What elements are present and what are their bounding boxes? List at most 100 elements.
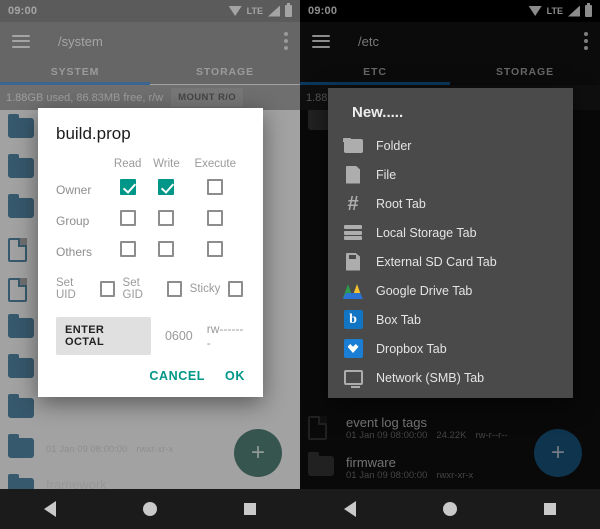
checkbox-owner-read[interactable] <box>119 179 136 195</box>
add-fab-button[interactable]: + <box>534 429 582 477</box>
recents-button-icon[interactable] <box>544 503 557 515</box>
menu-item-local-storage-tab[interactable]: Local Storage Tab <box>328 218 573 247</box>
folder-icon <box>8 118 36 142</box>
checkbox-group-execute[interactable] <box>207 210 224 226</box>
folder-icon <box>8 318 36 342</box>
popup-title: New..... <box>352 104 404 121</box>
row-label-others: Others <box>56 244 93 259</box>
menu-item-file[interactable]: File <box>328 160 573 189</box>
menu-item-folder[interactable]: Folder <box>328 131 573 160</box>
add-fab-button[interactable]: + <box>234 429 282 477</box>
menu-item-network-smb-tab[interactable]: Network (SMB) Tab <box>328 363 573 392</box>
checkbox-owner-write[interactable] <box>158 179 175 195</box>
wifi-icon <box>228 6 242 16</box>
menu-item-label: Dropbox Tab <box>376 341 447 356</box>
file-icon <box>8 278 36 302</box>
left-phone-screen: 01 Jan 09 08:00:00 rwxr-xr-x framework 0… <box>0 0 300 529</box>
google-drive-icon <box>342 280 364 302</box>
menu-item-label: Folder <box>376 138 412 153</box>
menu-item-label: Root Tab <box>376 196 426 211</box>
octal-row: ENTER OCTAL 0600 rw------- <box>56 317 245 355</box>
storage-usage-text: 1.88GB used, 86.83MB free, r/w <box>6 91 164 104</box>
hamburger-menu-icon[interactable] <box>312 34 330 48</box>
file-icon <box>308 416 336 440</box>
ok-button[interactable]: OK <box>225 369 245 383</box>
menu-item-root-tab[interactable]: # Root Tab <box>328 189 573 218</box>
checkbox-owner-execute[interactable] <box>207 179 224 195</box>
breadcrumb-path: /system <box>58 33 103 49</box>
box-icon: b <box>342 309 364 331</box>
cancel-button[interactable]: CANCEL <box>149 369 205 383</box>
status-icons: LTE <box>528 3 592 17</box>
menu-item-google-drive-tab[interactable]: Google Drive Tab <box>328 276 573 305</box>
file-date: 01 Jan 09 08:00:00 <box>346 429 428 441</box>
hash-icon: # <box>347 192 359 215</box>
storage-list-icon <box>342 222 364 244</box>
checkbox-set-gid[interactable] <box>166 281 182 297</box>
file-date: 01 Jan 09 08:00:00 <box>346 469 428 481</box>
back-button-icon[interactable] <box>343 501 356 517</box>
dialog-title: build.prop <box>56 124 131 143</box>
storage-info-bar: 1.88GB used, 86.83MB free, r/w MOUNT R/O <box>0 85 300 110</box>
special-bits-row: Set UID Set GID Sticky <box>56 277 245 301</box>
system-nav-bar <box>0 489 300 529</box>
tab-system[interactable]: SYSTEM <box>0 60 150 84</box>
checkbox-sticky[interactable] <box>228 281 244 297</box>
checkbox-group-write[interactable] <box>158 210 175 226</box>
folder-icon <box>8 398 36 422</box>
status-time: 09:00 <box>8 5 38 17</box>
hamburger-menu-icon[interactable] <box>12 34 30 48</box>
menu-item-external-sd-tab[interactable]: External SD Card Tab <box>328 247 573 276</box>
tab-etc[interactable]: ETC <box>300 60 450 84</box>
enter-octal-button[interactable]: ENTER OCTAL <box>56 317 151 355</box>
checkbox-others-execute[interactable] <box>207 241 224 257</box>
checkbox-others-write[interactable] <box>158 241 175 257</box>
permission-header-row: Read Write Execute <box>56 158 245 174</box>
mount-toggle-button[interactable]: MOUNT R/O <box>171 88 244 107</box>
file-meta: 01 Jan 09 08:00:00 rwxr-xr-x <box>346 470 473 482</box>
folder-icon <box>8 358 36 382</box>
status-bar: 09:00 LTE <box>0 0 300 22</box>
overflow-menu-icon[interactable] <box>284 32 288 50</box>
file-perm: rwxr-xr-x <box>136 444 174 455</box>
menu-item-box-tab[interactable]: b Box Tab <box>328 305 573 334</box>
file-icon <box>8 238 36 262</box>
menu-item-dropbox-tab[interactable]: Dropbox Tab <box>328 334 573 363</box>
dialog-actions: CANCEL OK <box>56 369 245 389</box>
recents-button-icon[interactable] <box>244 503 257 515</box>
menu-item-label: Local Storage Tab <box>376 225 477 240</box>
folder-icon <box>342 135 364 157</box>
system-nav-bar <box>300 489 600 529</box>
tab-storage[interactable]: STORAGE <box>150 60 300 84</box>
label-sticky: Sticky <box>189 283 221 295</box>
tab-storage[interactable]: STORAGE <box>450 60 600 84</box>
file-name: firmware <box>346 454 396 470</box>
row-label-group: Group <box>56 213 90 228</box>
battery-icon <box>585 3 592 17</box>
menu-item-label: Google Drive Tab <box>376 283 473 298</box>
overflow-menu-icon[interactable] <box>584 32 588 50</box>
checkbox-set-uid[interactable] <box>99 281 115 297</box>
checkbox-others-read[interactable] <box>119 241 136 257</box>
column-write: Write <box>153 158 180 170</box>
menu-item-label: External SD Card Tab <box>376 254 497 269</box>
folder-icon <box>8 158 36 182</box>
file-meta: 01 Jan 09 08:00:00 rwxr-xr-x <box>46 444 173 456</box>
row-label-owner: Owner <box>56 182 92 197</box>
file-date: 01 Jan 09 08:00:00 <box>46 444 128 455</box>
file-size: 24.22K <box>436 429 467 441</box>
back-button-icon[interactable] <box>43 501 56 517</box>
label-set-uid: Set UID <box>56 277 76 301</box>
menu-item-label: File <box>376 167 397 182</box>
checkbox-group-read[interactable] <box>119 210 136 226</box>
breadcrumb-path: /etc <box>358 33 379 49</box>
file-perm: rwxr-xr-x <box>436 469 474 481</box>
home-button-icon[interactable] <box>142 502 157 516</box>
signal-icon <box>268 5 280 17</box>
folder-icon <box>8 438 36 462</box>
permission-string: rw------- <box>206 322 244 350</box>
home-button-icon[interactable] <box>442 502 457 516</box>
network-type-label: LTE <box>546 6 563 16</box>
status-icons: LTE <box>228 3 292 17</box>
column-read: Read <box>113 158 142 170</box>
